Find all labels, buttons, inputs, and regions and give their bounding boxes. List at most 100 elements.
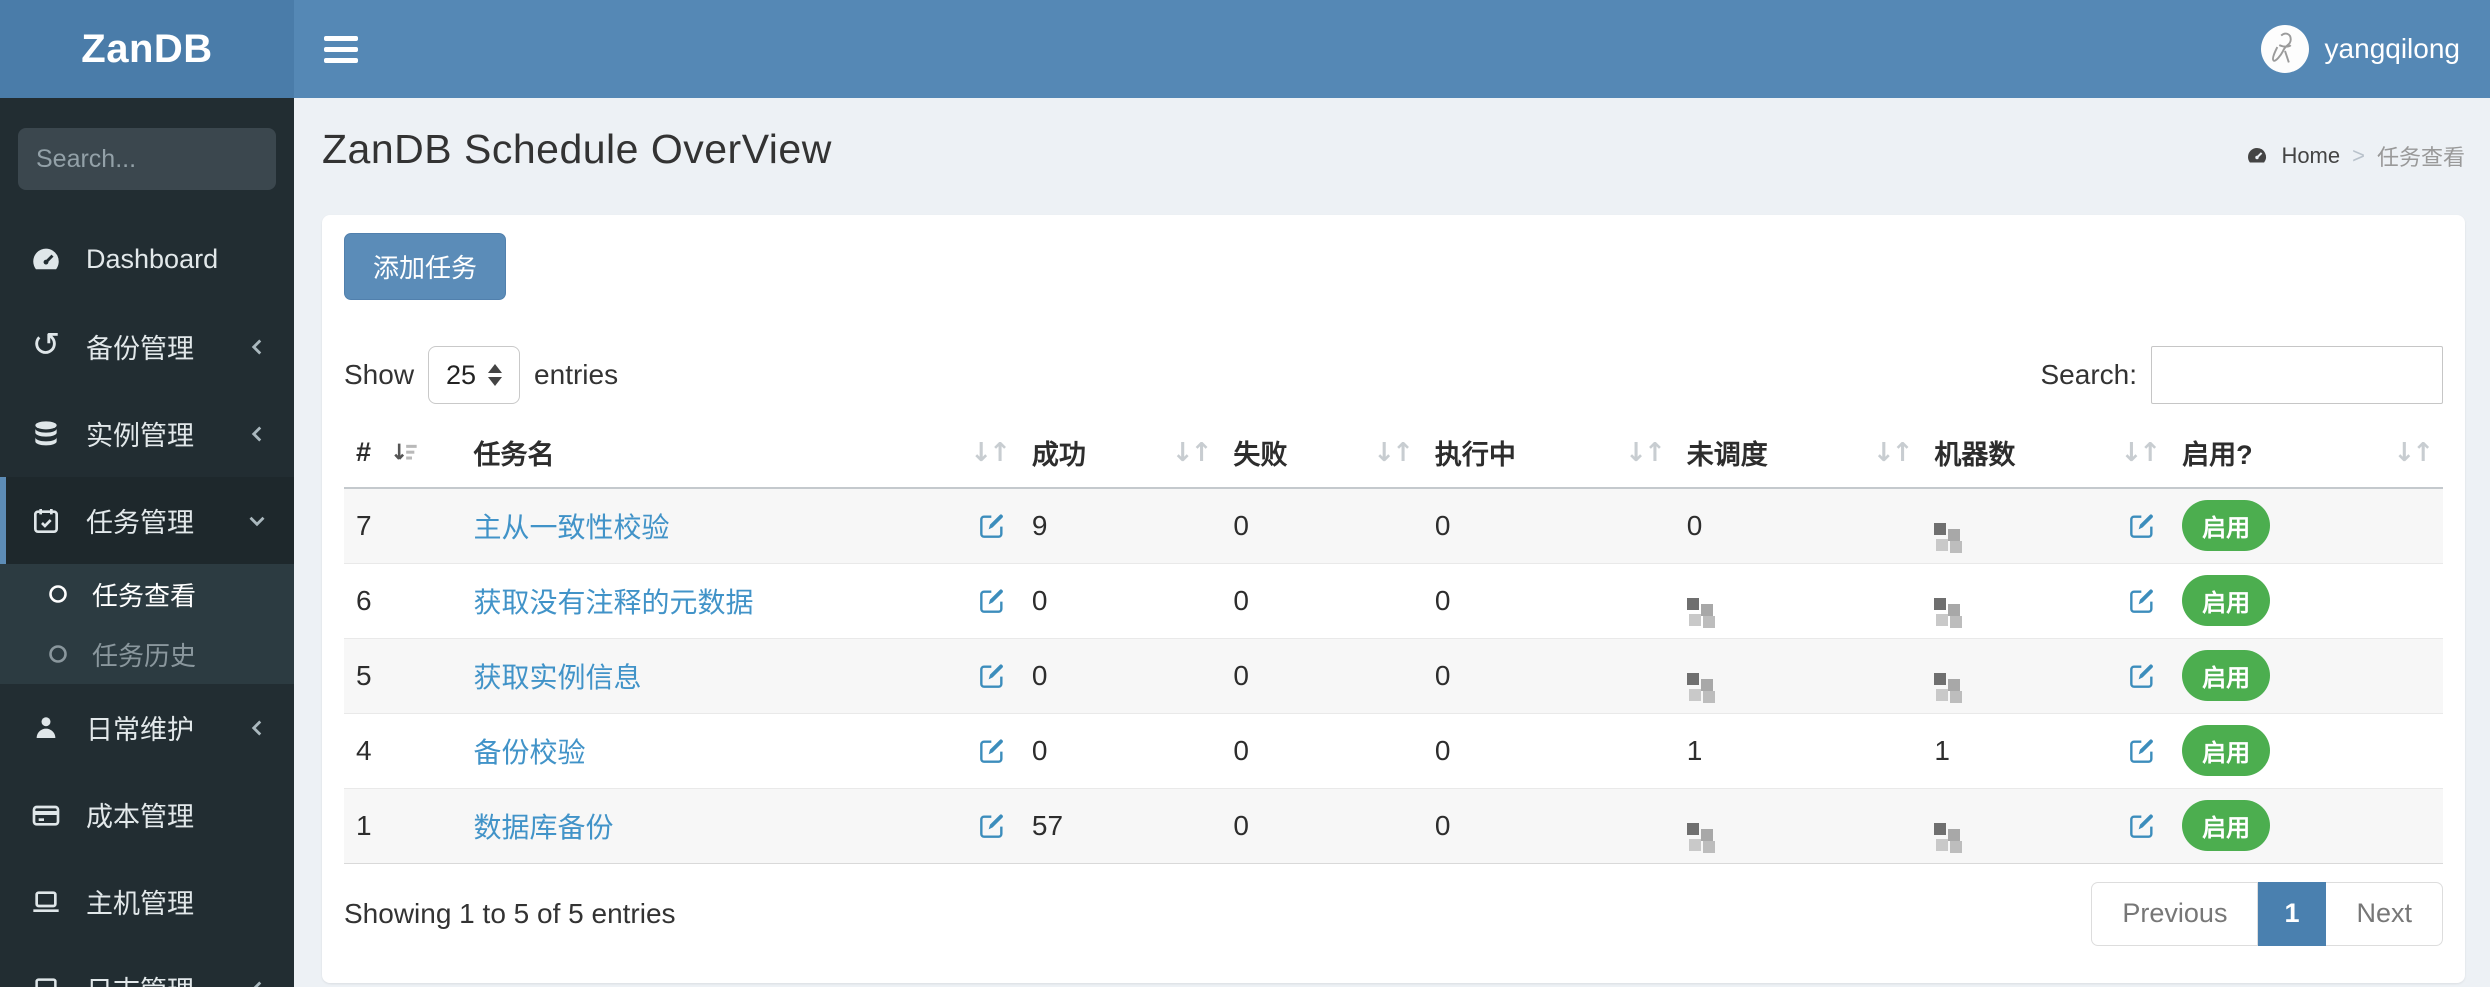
sidebar-item-host-mgmt[interactable]: 主机管理 xyxy=(0,858,294,945)
gauge-icon xyxy=(2248,148,2267,163)
sidebar-subitem-task-view[interactable]: 任务查看 xyxy=(0,564,294,624)
task-name-link[interactable]: 数据库备份 xyxy=(474,806,614,846)
redacted-value xyxy=(1934,597,1947,610)
sidebar-item-backup-mgmt[interactable]: ↺ 备份管理 xyxy=(0,303,294,390)
unscheduled-cell xyxy=(1674,637,1923,713)
breadcrumb-home-link[interactable]: Home xyxy=(2281,143,2340,169)
database-icon xyxy=(28,416,64,452)
pagination: Previous 1 Next xyxy=(2091,881,2443,946)
redacted-value xyxy=(1686,672,1699,685)
task-name-link[interactable]: 主从一致性校验 xyxy=(474,506,670,546)
status-badge: 启用 xyxy=(2182,500,2271,552)
search-label: Search: xyxy=(2040,359,2138,390)
running-cell: 0 xyxy=(1422,787,1675,864)
edit-task-icon[interactable] xyxy=(976,510,1008,542)
sidebar-search-input[interactable] xyxy=(36,144,294,174)
user-md-icon xyxy=(28,710,64,746)
column-header-3[interactable]: 失败 ↓↑ xyxy=(1221,418,1423,489)
sidebar-item-instance-mgmt[interactable]: 实例管理 xyxy=(0,390,294,477)
success-cell: 0 xyxy=(1019,562,1222,638)
task-name-link[interactable]: 获取实例信息 xyxy=(474,656,642,696)
status-cell: 启用 xyxy=(2170,488,2443,563)
edit-machines-icon[interactable] xyxy=(2126,660,2158,692)
unscheduled-cell: 0 xyxy=(1686,509,1703,541)
chevron-left-icon xyxy=(251,426,262,441)
column-header-1[interactable]: 任务名 ↓↑ xyxy=(461,418,1020,489)
task-name-cell: 数据库备份 xyxy=(461,787,1020,864)
unscheduled-cell xyxy=(1674,562,1923,638)
pagination-previous-button[interactable]: Previous xyxy=(2091,881,2259,946)
status-badge: 启用 xyxy=(2182,725,2271,776)
fail-cell: 0 xyxy=(1221,562,1423,638)
edit-machines-icon[interactable] xyxy=(2126,810,2158,842)
machines-cell xyxy=(1922,488,2170,563)
task-id-cell: 4 xyxy=(344,712,462,788)
table-search: Search: xyxy=(2040,346,2443,404)
chevron-down-icon xyxy=(249,516,265,526)
task-name-cell: 主从一致性校验 xyxy=(462,488,1020,563)
status-cell: 启用 xyxy=(2170,562,2443,638)
app-logo[interactable]: ZanDB xyxy=(0,0,294,98)
table-search-input[interactable] xyxy=(2151,346,2443,404)
fail-cell: 0 xyxy=(1221,637,1423,713)
sidebar-item-daily-maintenance[interactable]: 日常维护 xyxy=(0,684,294,771)
laptop-icon xyxy=(28,884,64,920)
edit-task-icon[interactable] xyxy=(976,585,1008,617)
column-header-5[interactable]: 未调度 ↓↑ xyxy=(1674,418,1923,489)
sidebar-item-dashboard[interactable]: Dashboard xyxy=(0,216,294,303)
add-task-button[interactable]: 添加任务 xyxy=(344,233,507,300)
success-cell: 0 xyxy=(1019,637,1222,713)
machines-cell xyxy=(1922,637,2171,713)
edit-task-icon[interactable] xyxy=(976,735,1008,767)
status-badge: 启用 xyxy=(2182,575,2271,626)
column-header-7[interactable]: 启用? ↓↑ xyxy=(2170,418,2443,489)
sidebar-search xyxy=(18,128,294,190)
sidebar: Dashboard ↺ 备份管理 实例管理 任务管理 xyxy=(0,98,294,987)
status-badge: 启用 xyxy=(2182,800,2271,851)
running-cell: 0 xyxy=(1422,637,1675,713)
page-title: ZanDB Schedule OverView xyxy=(322,126,832,172)
main-content: ZanDB Schedule OverView Home > 任务查看 添加任务… xyxy=(294,98,2490,987)
edit-task-icon[interactable] xyxy=(976,660,1008,692)
edit-task-icon[interactable] xyxy=(976,810,1008,842)
sidebar-toggle-icon[interactable] xyxy=(324,29,370,69)
edit-machines-icon[interactable] xyxy=(2126,585,2158,617)
edit-machines-icon[interactable] xyxy=(2126,510,2158,542)
column-header-0[interactable]: # xyxy=(344,418,462,489)
column-header-4[interactable]: 执行中 ↓↑ xyxy=(1422,418,1675,489)
username: yangqilong xyxy=(2324,33,2460,64)
sidebar-menu: Dashboard ↺ 备份管理 实例管理 任务管理 任务查看 任务历史 日常维… xyxy=(0,216,294,987)
table-header-row: # 任务名 ↓↑ 成功 ↓↑ 失败 ↓↑ 执行中 ↓↑ 未调度 ↓↑ 机器数 ↓↑ 启用? ↓↑ xyxy=(344,418,2443,489)
table-row: 7 主从一致性校验 9 0 0 0 启用 xyxy=(344,488,2443,563)
history-icon: ↺ xyxy=(31,325,61,364)
sidebar-item-task-mgmt[interactable]: 任务管理 xyxy=(0,477,294,564)
task-name-link[interactable]: 备份校验 xyxy=(474,731,586,771)
running-cell: 0 xyxy=(1422,712,1675,788)
task-id-cell: 7 xyxy=(356,509,372,541)
sort-desc-icon xyxy=(394,443,417,460)
fail-cell: 0 xyxy=(1233,509,1249,541)
table-row: 1 数据库备份 57 0 0 启用 xyxy=(344,787,2443,864)
sidebar-item-cost-mgmt[interactable]: 成本管理 xyxy=(0,771,294,858)
success-cell: 57 xyxy=(1019,787,1222,864)
column-header-6[interactable]: 机器数 ↓↑ xyxy=(1922,418,2171,489)
status-cell: 启用 xyxy=(2170,712,2443,788)
task-name-link[interactable]: 获取没有注释的元数据 xyxy=(474,581,754,621)
avatar xyxy=(2260,25,2309,73)
pagination-page-1-button[interactable]: 1 xyxy=(2258,881,2327,946)
sidebar-item-log-mgmt[interactable]: 日志管理 xyxy=(0,945,294,987)
unscheduled-cell xyxy=(1674,787,1923,864)
machines-cell xyxy=(1922,562,2171,638)
sidebar-subitem-task-history[interactable]: 任务历史 xyxy=(0,624,294,684)
column-header-2[interactable]: 成功 ↓↑ xyxy=(1019,418,1222,489)
redacted-value xyxy=(1934,822,1947,835)
sort-arrows-icon: ↓↑ xyxy=(2393,437,2434,468)
edit-machines-icon[interactable] xyxy=(2126,735,2158,767)
page-length-select[interactable]: 25 xyxy=(428,346,521,404)
pagination-next-button[interactable]: Next xyxy=(2326,881,2443,946)
circle-icon xyxy=(46,641,72,667)
sort-arrows-icon: ↓↑ xyxy=(2120,437,2162,468)
sort-arrows-icon: ↓↑ xyxy=(970,437,1011,468)
user-menu[interactable]: yangqilong xyxy=(2260,25,2460,73)
chevron-left-icon xyxy=(253,981,262,987)
